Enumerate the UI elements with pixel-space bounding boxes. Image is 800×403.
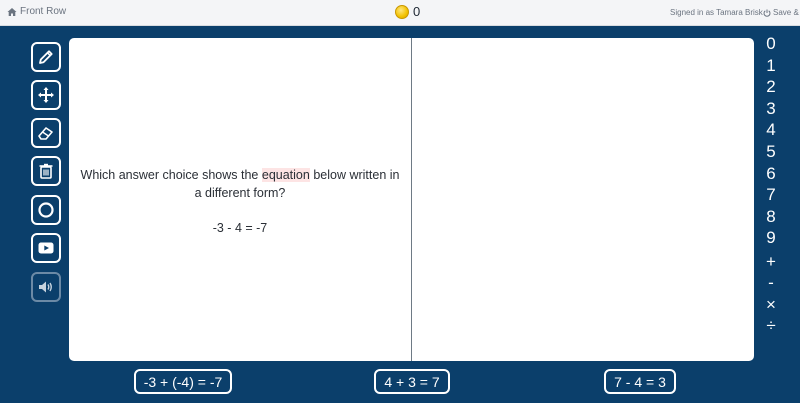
- key-divide[interactable]: ÷: [758, 316, 784, 336]
- answer-choice-3[interactable]: 7 - 4 = 3: [604, 369, 676, 394]
- key-1[interactable]: 1: [758, 56, 784, 76]
- eraser-icon: [38, 127, 53, 140]
- power-icon: [763, 9, 771, 17]
- key-2[interactable]: 2: [758, 77, 784, 97]
- question-text-start: Which answer choice shows the: [80, 168, 262, 182]
- audio-tool-button[interactable]: [31, 272, 61, 302]
- save-quit-button[interactable]: Save & Q: [763, 8, 800, 17]
- signed-in-text: Signed in as Tamara Brisk: [670, 8, 763, 17]
- key-0[interactable]: 0: [758, 34, 784, 54]
- answer-choice-1[interactable]: -3 + (-4) = -7: [134, 369, 232, 394]
- key-7[interactable]: 7: [758, 185, 784, 205]
- key-9[interactable]: 9: [758, 228, 784, 248]
- play-icon: [38, 242, 54, 254]
- circle-icon: [38, 202, 54, 218]
- front-row-label: Front Row: [20, 6, 67, 17]
- key-5[interactable]: 5: [758, 142, 784, 162]
- top-bar: Front Row 0 Signed in as Tamara Brisk Sa…: [0, 0, 800, 26]
- key-3[interactable]: 3: [758, 99, 784, 119]
- eraser-tool-button[interactable]: [31, 118, 61, 148]
- home-icon: [7, 7, 17, 16]
- move-tool-button[interactable]: [31, 80, 61, 110]
- video-tool-button[interactable]: [31, 233, 61, 263]
- trash-icon: [39, 163, 53, 179]
- key-8[interactable]: 8: [758, 207, 784, 227]
- coin-counter: 0: [395, 4, 420, 19]
- key-4[interactable]: 4: [758, 120, 784, 140]
- circle-tool-button[interactable]: [31, 195, 61, 225]
- front-row-home-link[interactable]: Front Row: [7, 6, 66, 17]
- answer-choice-2[interactable]: 4 + 3 = 7: [374, 369, 450, 394]
- move-icon: [38, 87, 54, 103]
- key-times[interactable]: ×: [758, 295, 784, 315]
- work-area[interactable]: Which answer choice shows the equation b…: [69, 38, 754, 361]
- highlighted-word[interactable]: equation: [261, 168, 310, 182]
- workspace-divider: [411, 38, 412, 361]
- question-text: Which answer choice shows the equation b…: [77, 166, 403, 202]
- pencil-icon: [39, 50, 53, 64]
- key-minus[interactable]: -: [758, 273, 784, 293]
- pencil-tool-button[interactable]: [31, 42, 61, 72]
- key-plus[interactable]: +: [758, 252, 784, 272]
- question-equation: -3 - 4 = -7: [212, 221, 268, 235]
- save-quit-label: Save & Q: [773, 8, 800, 17]
- coin-icon: [395, 4, 409, 19]
- speaker-icon: [39, 281, 52, 293]
- key-6[interactable]: 6: [758, 164, 784, 184]
- trash-tool-button[interactable]: [31, 156, 61, 186]
- coin-count: 0: [413, 4, 421, 19]
